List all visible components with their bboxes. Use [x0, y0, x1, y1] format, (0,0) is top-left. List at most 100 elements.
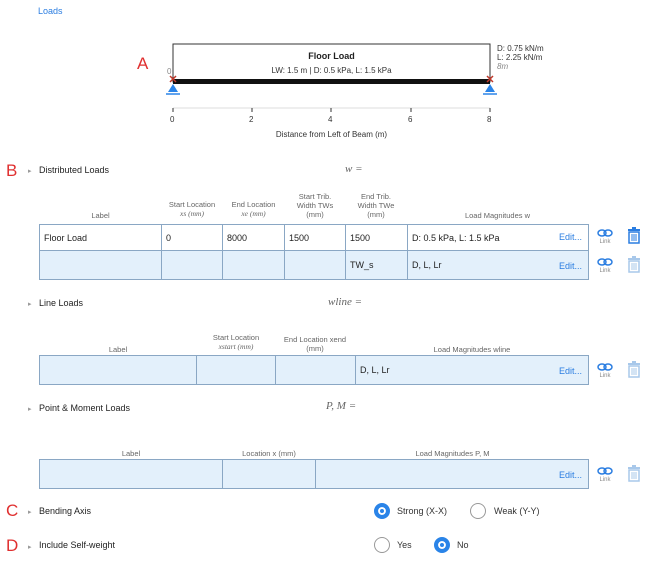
- point-row-trash-icon[interactable]: [627, 465, 641, 482]
- selfweight-no-radio[interactable]: [434, 537, 450, 553]
- right-value: 8m: [497, 62, 509, 71]
- selfweight-yes-label[interactable]: Yes: [397, 540, 412, 550]
- dist-header-end-trib-2: Width TWe: [357, 201, 395, 210]
- point-header-label: Label: [121, 449, 141, 458]
- dist-header-end-text: End Location: [231, 200, 276, 209]
- tick-8: 8: [487, 115, 492, 124]
- dist-header-end-trib: End Trib. Width TWe (mm): [346, 192, 406, 219]
- dist-row1-label[interactable]: Floor Load: [39, 224, 162, 251]
- dist-row1-end-trib[interactable]: 1500: [345, 224, 408, 251]
- distributed-symbol: w =: [345, 163, 363, 175]
- dist-header-end-trib-1: End Trib.: [360, 192, 391, 201]
- distributed-toggle-icon[interactable]: ▸: [28, 167, 32, 175]
- line-row-link-button[interactable]: Link: [597, 363, 613, 379]
- point-title[interactable]: Point & Moment Loads: [39, 403, 130, 413]
- link-icon: [597, 467, 613, 475]
- line-symbol: wline =: [328, 296, 363, 308]
- diagram-right-labels: D: 0.75 kN/m L: 2.25 kN/m 8m: [497, 44, 544, 71]
- dist-header-end-trib-3: (mm): [367, 210, 385, 219]
- line-row-end[interactable]: [275, 355, 356, 385]
- dist-header-mags: Load Magnitudes w: [464, 211, 531, 220]
- point-row-mags[interactable]: [315, 459, 589, 489]
- beam-bar: [173, 79, 490, 84]
- bending-strong-radio[interactable]: [374, 503, 390, 519]
- line-row-start[interactable]: [196, 355, 276, 385]
- diagram-title: Floor Load: [308, 51, 355, 61]
- load-box: [172, 43, 491, 83]
- marker-b: B: [6, 161, 18, 180]
- tick-2: 2: [249, 115, 254, 124]
- line-row-edit-link[interactable]: Edit...: [559, 366, 582, 376]
- link-label: Link: [599, 239, 611, 245]
- tick-4: 4: [328, 115, 333, 124]
- dist-header-start-trib-1: Start Trib.: [298, 192, 332, 201]
- dist-row2-label[interactable]: [39, 250, 162, 280]
- right-support-icon: [483, 84, 497, 95]
- line-header-end-text: End Location xend: [283, 335, 347, 344]
- point-row-link-button[interactable]: Link: [597, 467, 613, 483]
- axis-label: Distance from Left of Beam (m): [275, 130, 388, 139]
- dist-row2-trash-icon[interactable]: [627, 256, 641, 273]
- point-header-mags: Load Magnitudes P, M: [415, 449, 490, 458]
- point-header-location: Location x (mm): [242, 449, 296, 458]
- selfweight-no-label[interactable]: No: [457, 540, 469, 550]
- dist-header-end-sub: xe (mm): [241, 209, 266, 218]
- dist-header-start-trib: Start Trib. Width TWs (mm): [285, 192, 345, 219]
- line-header-end: End Location xend (mm): [276, 335, 354, 353]
- dist-row1-end[interactable]: 8000: [222, 224, 285, 251]
- dist-header-start-sub: xs (mm): [180, 209, 204, 218]
- dist-header-start-trib-3: (mm): [306, 210, 324, 219]
- line-header-start: Start Location xstart (mm): [197, 333, 275, 351]
- link-label: Link: [599, 477, 611, 483]
- dist-row2-end[interactable]: [222, 250, 285, 280]
- line-title[interactable]: Line Loads: [39, 298, 83, 308]
- line-header-label: Label: [108, 345, 128, 354]
- bending-weak-radio[interactable]: [470, 503, 486, 519]
- bending-weak-label[interactable]: Weak (Y-Y): [494, 506, 540, 516]
- dist-row1-start[interactable]: 0: [161, 224, 223, 251]
- dist-row2-start-trib[interactable]: [284, 250, 346, 280]
- bending-title: Bending Axis: [39, 506, 92, 516]
- marker-c: C: [6, 501, 19, 520]
- line-row-mags-text: D, L, Lr: [360, 365, 390, 375]
- point-toggle-icon[interactable]: ▸: [28, 405, 32, 413]
- dist-row2-mags-text: D, L, Lr: [412, 260, 442, 270]
- dist-row1-trash-icon[interactable]: [627, 227, 641, 244]
- line-row-label[interactable]: [39, 355, 197, 385]
- dist-row2-end-trib[interactable]: TW_s: [345, 250, 408, 280]
- point-symbol: P, M =: [326, 400, 357, 412]
- dist-row2-edit-link[interactable]: Edit...: [559, 261, 582, 271]
- selfweight-yes-radio[interactable]: [374, 537, 390, 553]
- tick-6: 6: [408, 115, 413, 124]
- tick-0: 0: [170, 115, 175, 124]
- point-row-edit-link[interactable]: Edit...: [559, 470, 582, 480]
- dist-row1-edit-link[interactable]: Edit...: [559, 232, 582, 242]
- selfweight-toggle-icon[interactable]: ▸: [28, 543, 32, 551]
- link-icon: [597, 258, 613, 266]
- right-label-l: L: 2.25 kN/m: [497, 53, 543, 62]
- dist-row1-link-button[interactable]: Link: [597, 229, 613, 245]
- diagram-left-value: 0: [167, 67, 172, 76]
- dist-header-label: Label: [91, 211, 110, 220]
- dist-row1-mags-text: D: 0.5 kPa, L: 1.5 kPa: [412, 232, 500, 243]
- line-header-end-unit: (mm): [306, 344, 324, 353]
- dist-row2-start[interactable]: [161, 250, 223, 280]
- distributed-title[interactable]: Distributed Loads: [39, 165, 109, 175]
- dist-row2-link-button[interactable]: Link: [597, 258, 613, 274]
- link-label: Link: [599, 268, 611, 274]
- bending-strong-label[interactable]: Strong (X-X): [397, 506, 447, 516]
- line-row-trash-icon[interactable]: [627, 361, 641, 378]
- dist-row1-start-trib[interactable]: 1500: [284, 224, 346, 251]
- line-header-start-text: Start Location: [212, 333, 260, 342]
- bending-toggle-icon[interactable]: ▸: [28, 508, 32, 516]
- point-row-location[interactable]: [222, 459, 316, 489]
- line-row-mags[interactable]: D, L, Lr: [355, 355, 589, 385]
- diagram-subtitle: LW: 1.5 m | D: 0.5 kPa, L: 1.5 kPa: [271, 66, 392, 75]
- link-label: Link: [599, 373, 611, 379]
- left-support-icon: [166, 84, 180, 95]
- selfweight-title: Include Self-weight: [39, 540, 116, 550]
- point-row-label[interactable]: [39, 459, 223, 489]
- loads-link[interactable]: Loads: [38, 6, 63, 16]
- link-icon: [597, 363, 613, 371]
- line-toggle-icon[interactable]: ▸: [28, 300, 32, 308]
